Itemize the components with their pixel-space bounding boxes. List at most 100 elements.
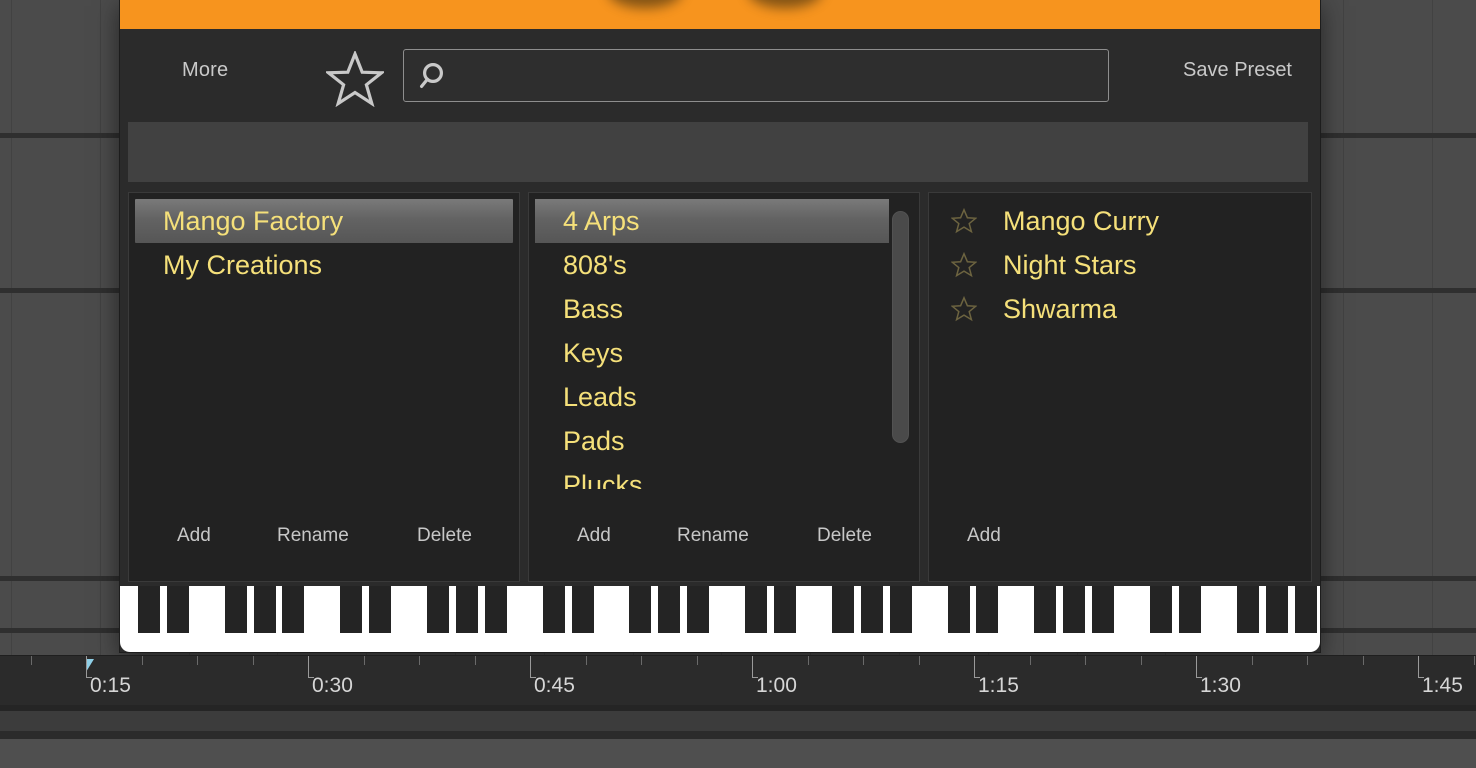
star-outline-icon[interactable] (951, 296, 977, 322)
plugin-browser-window: More Save Preset Mango Factory My Creati… (120, 0, 1320, 652)
piano-black-key[interactable] (282, 586, 305, 633)
list-item[interactable]: 4 Arps (535, 199, 889, 243)
browser-columns: Mango Factory My Creations Add Rename De… (128, 192, 1312, 582)
bottom-panel (0, 739, 1476, 768)
playhead-marker[interactable] (86, 659, 94, 672)
ruler-tick-minor (1307, 656, 1308, 665)
ruler-time-label: 1:15 (978, 674, 1019, 697)
magnifier-icon (416, 59, 450, 93)
ruler-time-label: 1:30 (1200, 674, 1241, 697)
bank-add-button[interactable]: Add (177, 525, 211, 547)
ruler-time-label: 0:30 (312, 674, 353, 697)
browser-toolbar: More Save Preset (120, 29, 1320, 110)
list-item[interactable]: Leads (535, 375, 889, 419)
search-input[interactable] (456, 50, 1100, 103)
piano-black-key[interactable] (860, 586, 883, 633)
list-item[interactable]: Pads (535, 419, 889, 463)
ruler-tick-major (308, 656, 309, 678)
bank-rename-button[interactable]: Rename (277, 525, 349, 547)
piano-black-key[interactable] (1149, 586, 1172, 633)
ruler-time-label: 1:45 (1422, 674, 1463, 697)
ruler-tick-minor (197, 656, 198, 665)
ruler-tick-minor (697, 656, 698, 665)
ruler-tick-major (752, 656, 753, 678)
preset-list[interactable]: Mango Curry Night Stars Shwarma (929, 199, 1311, 489)
piano-keyboard[interactable] (120, 586, 1320, 652)
piano-black-key[interactable] (1294, 586, 1317, 633)
save-preset-button[interactable]: Save Preset (1183, 59, 1292, 82)
piano-black-key[interactable] (427, 586, 450, 633)
scrollbar-thumb[interactable] (892, 211, 909, 443)
piano-black-key[interactable] (166, 586, 189, 633)
ruler-tick-minor (641, 656, 642, 665)
ruler-tick-minor (1363, 656, 1364, 665)
bank-list[interactable]: Mango Factory My Creations (135, 199, 513, 489)
star-outline-icon[interactable] (951, 208, 977, 234)
ruler-tick-major (974, 656, 975, 678)
ruler-tick-minor (919, 656, 920, 665)
piano-black-key[interactable] (1265, 586, 1288, 633)
ruler-tick-minor (1030, 656, 1031, 665)
piano-black-key[interactable] (1063, 586, 1086, 633)
header-knob-shadow (748, 0, 822, 8)
piano-black-key[interactable] (976, 586, 999, 633)
piano-black-key[interactable] (629, 586, 652, 633)
piano-black-key[interactable] (947, 586, 970, 633)
bank-delete-button[interactable]: Delete (417, 525, 472, 547)
piano-black-key[interactable] (484, 586, 507, 633)
category-scrollbar[interactable] (892, 205, 910, 453)
star-outline-icon[interactable] (326, 51, 384, 107)
ruler-tick-minor (863, 656, 864, 665)
bank-actions: Add Rename Delete (129, 525, 519, 553)
piano-black-key[interactable] (1092, 586, 1115, 633)
piano-black-key[interactable] (889, 586, 912, 633)
list-item[interactable]: Plucks (535, 463, 889, 489)
category-list[interactable]: 4 Arps 808's Bass Keys Leads Pads Plucks (535, 199, 889, 489)
piano-black-key[interactable] (687, 586, 710, 633)
category-delete-button[interactable]: Delete (817, 525, 872, 547)
preset-add-button[interactable]: Add (967, 525, 1001, 547)
ruler-time-label: 0:15 (90, 674, 131, 697)
category-rename-button[interactable]: Rename (677, 525, 749, 547)
piano-black-key[interactable] (658, 586, 681, 633)
list-item[interactable]: Mango Curry (929, 199, 1311, 243)
list-item[interactable]: Mango Factory (135, 199, 513, 243)
piano-black-key[interactable] (831, 586, 854, 633)
list-item[interactable]: Bass (535, 287, 889, 331)
list-item[interactable]: My Creations (135, 243, 513, 287)
list-item[interactable]: 808's (535, 243, 889, 287)
daw-screen: More Save Preset Mango Factory My Creati… (0, 0, 1476, 768)
category-actions: Add Rename Delete (529, 525, 919, 553)
piano-black-key[interactable] (542, 586, 565, 633)
piano-black-key[interactable] (369, 586, 392, 633)
timeline-ruler[interactable]: 0:15 0:30 0:45 1:00 1:15 1:30 1:45 (0, 655, 1476, 706)
ruler-tick-minor (142, 656, 143, 665)
grid-line (100, 0, 101, 655)
list-item[interactable]: Night Stars (929, 243, 1311, 287)
star-outline-icon[interactable] (951, 252, 977, 278)
piano-black-key[interactable] (774, 586, 797, 633)
category-add-button[interactable]: Add (577, 525, 611, 547)
list-item[interactable]: Keys (535, 331, 889, 375)
piano-black-key[interactable] (1178, 586, 1201, 633)
ruler-tick-minor (364, 656, 365, 665)
piano-black-key[interactable] (224, 586, 247, 633)
ruler-tick-major (530, 656, 531, 678)
piano-black-key[interactable] (745, 586, 768, 633)
more-button[interactable]: More (182, 59, 228, 82)
preset-column: Mango Curry Night Stars Shwarma Add (928, 192, 1312, 582)
search-field[interactable] (403, 49, 1109, 103)
preset-name-strip[interactable] (128, 122, 1308, 182)
piano-black-key[interactable] (571, 586, 594, 633)
piano-black-key[interactable] (455, 586, 478, 633)
piano-black-key[interactable] (253, 586, 276, 633)
piano-black-key[interactable] (340, 586, 363, 633)
piano-black-key[interactable] (1236, 586, 1259, 633)
ruler-tick-minor (808, 656, 809, 665)
ruler-tick-major (86, 656, 87, 678)
piano-black-key[interactable] (137, 586, 160, 633)
ruler-tick-minor (586, 656, 587, 665)
transport-divider-2 (0, 731, 1476, 739)
list-item[interactable]: Shwarma (929, 287, 1311, 331)
piano-black-key[interactable] (1034, 586, 1057, 633)
